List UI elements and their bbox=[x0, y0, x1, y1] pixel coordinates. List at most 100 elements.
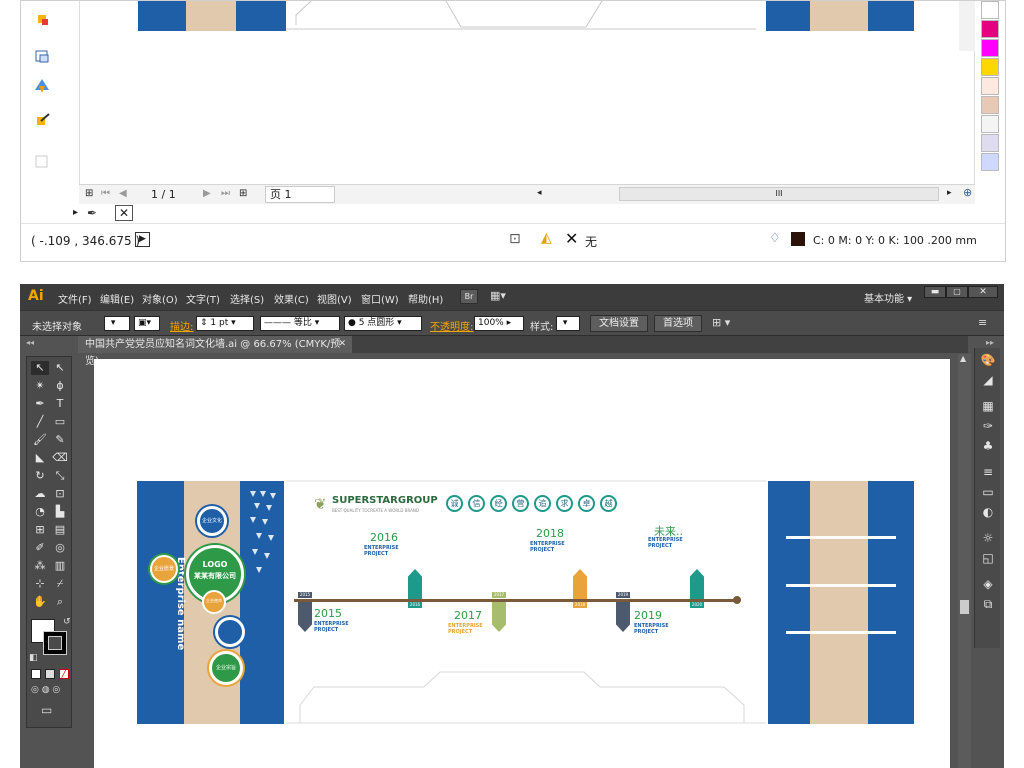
close-button[interactable]: ✕ bbox=[968, 286, 998, 298]
swap-colors-icon[interactable]: ↺ bbox=[63, 617, 71, 627]
corel-vscroll[interactable] bbox=[959, 1, 975, 51]
menu-file[interactable]: 文件(F) bbox=[58, 291, 92, 306]
color-guide-icon[interactable]: ◢ bbox=[978, 372, 998, 388]
mesh-tool-icon[interactable]: ⊞ bbox=[31, 523, 49, 537]
menu-edit[interactable]: 编辑(E) bbox=[100, 291, 134, 306]
blob-brush-tool-icon[interactable]: ◣ bbox=[31, 451, 49, 465]
rectangle-tool-icon-ai[interactable]: ▭ bbox=[51, 415, 69, 429]
free-transform-tool-icon[interactable]: ⊡ bbox=[51, 487, 69, 501]
brush-dropdown[interactable]: ● 5 点圆形 ▾ bbox=[344, 316, 422, 331]
palette-swatch[interactable] bbox=[981, 1, 999, 19]
palette-swatch[interactable] bbox=[981, 134, 999, 152]
draw-modes-icon[interactable]: ◎ ◍ ◎ bbox=[31, 685, 60, 695]
type-tool-icon[interactable]: T bbox=[51, 397, 69, 411]
palette-swatch[interactable] bbox=[981, 77, 999, 95]
color-panel-icon[interactable]: 🎨 bbox=[978, 352, 998, 368]
palette-swatch[interactable] bbox=[981, 58, 999, 76]
shape-builder-tool-icon[interactable]: ◔ bbox=[31, 505, 49, 519]
brushes-panel-icon[interactable]: ✑ bbox=[978, 418, 998, 434]
add-page-after-icon[interactable]: ⊞ bbox=[239, 188, 247, 199]
eyedropper-tool-icon[interactable] bbox=[31, 111, 53, 131]
ai-vertical-scrollbar[interactable]: ▲ bbox=[958, 354, 971, 768]
transparency-panel-icon[interactable]: ◐ bbox=[978, 504, 998, 520]
status-play-icon[interactable]: ▶ bbox=[135, 232, 150, 247]
rectangle-tool-icon[interactable] bbox=[31, 46, 53, 66]
perspective-tool-icon[interactable]: ▙ bbox=[51, 505, 69, 519]
stroke-weight-field[interactable]: ⇕ 1 pt ▾ bbox=[196, 316, 254, 331]
outline-pen-icon[interactable]: ♢ bbox=[769, 231, 781, 246]
pen-nib-icon[interactable]: ✒ bbox=[87, 206, 97, 220]
close-tab-icon[interactable]: ✕ bbox=[338, 336, 346, 353]
arrange-documents-icon[interactable]: ▦▾ bbox=[490, 289, 514, 304]
opacity-label[interactable]: 不透明度: bbox=[430, 318, 473, 333]
menu-effect[interactable]: 效果(C) bbox=[274, 291, 309, 306]
prev-page-icon[interactable]: ◀ bbox=[119, 188, 127, 199]
gradient-mode-icon[interactable] bbox=[45, 669, 55, 679]
polygon-tool-icon[interactable] bbox=[31, 76, 53, 96]
menu-object[interactable]: 对象(O) bbox=[142, 291, 178, 306]
eraser-tool-icon[interactable]: ⌫ bbox=[51, 451, 69, 465]
panel-menu-icon[interactable]: ≡ bbox=[978, 316, 987, 329]
no-fill-swatch-icon[interactable]: ✕ bbox=[115, 205, 133, 221]
line-tool-icon[interactable]: ╱ bbox=[31, 415, 49, 429]
fill-bucket-icon[interactable]: ◭ bbox=[541, 230, 552, 246]
menu-type[interactable]: 文字(T) bbox=[186, 291, 220, 306]
menu-view[interactable]: 视图(V) bbox=[317, 291, 352, 306]
none-mode-icon[interactable]: ╱ bbox=[59, 669, 69, 679]
hscroll-thumb[interactable]: III bbox=[619, 187, 939, 201]
eyedropper-tool-icon-ai[interactable]: ✐ bbox=[31, 541, 49, 555]
direct-selection-tool-icon[interactable]: ↖ bbox=[51, 361, 69, 375]
zoom-icon[interactable]: ⊕ bbox=[963, 186, 972, 199]
palette-swatch[interactable] bbox=[981, 39, 999, 57]
selection-tool-icon[interactable]: ↖ bbox=[31, 361, 49, 375]
style-dropdown[interactable]: ▾ bbox=[556, 316, 580, 331]
workspace-switcher[interactable]: 基本功能 ▾ bbox=[864, 290, 912, 305]
play-icon[interactable]: ▸ bbox=[73, 207, 78, 218]
panel-collapse-icon[interactable]: ▸▸ bbox=[986, 338, 994, 347]
last-page-icon[interactable]: ⏭ bbox=[221, 188, 230, 199]
menu-window[interactable]: 窗口(W) bbox=[361, 291, 399, 306]
gradient-panel-icon[interactable]: ▭ bbox=[978, 484, 998, 500]
scroll-up-icon[interactable]: ▲ bbox=[960, 354, 966, 363]
menu-help[interactable]: 帮助(H) bbox=[408, 291, 443, 306]
document-icon[interactable]: ⊡ bbox=[509, 231, 521, 247]
preferences-button[interactable]: 首选项 bbox=[654, 315, 702, 332]
pencil-tool-icon[interactable]: ✎ bbox=[51, 433, 69, 447]
appearance-panel-icon[interactable]: ☼ bbox=[978, 530, 998, 546]
minimize-button[interactable]: ▬ bbox=[924, 286, 946, 298]
document-tab[interactable]: 中国共产党党员应知名词文化墙.ai @ 66.67% (CMYK/预览) ✕ bbox=[78, 336, 352, 367]
paintbrush-tool-icon[interactable]: 🖌 bbox=[31, 433, 49, 447]
symbols-panel-icon[interactable]: ♣ bbox=[978, 438, 998, 454]
gradient-tool-icon[interactable]: ▤ bbox=[51, 523, 69, 537]
pen-tool-icon[interactable]: ✒ bbox=[31, 397, 49, 411]
add-page-icon[interactable]: ⊞ bbox=[85, 188, 93, 199]
stroke-profile-dropdown[interactable]: ——— 等比 ▾ bbox=[260, 316, 340, 331]
scroll-right-icon[interactable]: ▸ bbox=[947, 188, 952, 198]
slice-tool-icon[interactable]: ⌿ bbox=[51, 577, 69, 591]
menu-select[interactable]: 选择(S) bbox=[230, 291, 264, 306]
stroke-panel-icon[interactable]: ≡ bbox=[978, 464, 998, 480]
opacity-field[interactable]: 100% ▸ bbox=[474, 316, 524, 331]
align-options-icon[interactable]: ⊞ ▾ bbox=[712, 316, 730, 329]
stroke-color-dropdown[interactable]: ▣▾ bbox=[134, 316, 160, 331]
fill-tool-icon[interactable] bbox=[31, 11, 53, 31]
swatches-panel-icon[interactable]: ▦ bbox=[978, 398, 998, 414]
lasso-tool-icon[interactable]: ϕ bbox=[51, 379, 69, 393]
bridge-button[interactable]: Br bbox=[460, 289, 478, 304]
next-page-icon[interactable]: ▶ bbox=[203, 188, 211, 199]
graphic-styles-icon[interactable]: ◱ bbox=[978, 550, 998, 566]
magic-wand-tool-icon[interactable]: ✴ bbox=[31, 379, 49, 393]
default-colors-icon[interactable]: ◧ bbox=[29, 653, 38, 663]
interactive-tool-icon[interactable] bbox=[31, 151, 53, 171]
color-mode-icon[interactable] bbox=[31, 669, 41, 679]
palette-swatch[interactable] bbox=[981, 20, 999, 38]
palette-swatch[interactable] bbox=[981, 96, 999, 114]
artboard-tool-icon[interactable]: ⊹ bbox=[31, 577, 49, 591]
document-setup-button[interactable]: 文档设置 bbox=[590, 315, 648, 332]
zoom-tool-icon[interactable]: ⌕ bbox=[51, 595, 69, 609]
artboard[interactable]: Enterprise name 企业文化 企业愿景 LOGO 某某有限公司 企业… bbox=[94, 359, 950, 768]
scroll-left-icon[interactable]: ◂ bbox=[537, 188, 542, 198]
maximize-button[interactable]: ▢ bbox=[946, 286, 968, 298]
symbol-sprayer-tool-icon[interactable]: ⁂ bbox=[31, 559, 49, 573]
toolbox-collapse-icon[interactable]: ◂◂ bbox=[26, 338, 34, 347]
